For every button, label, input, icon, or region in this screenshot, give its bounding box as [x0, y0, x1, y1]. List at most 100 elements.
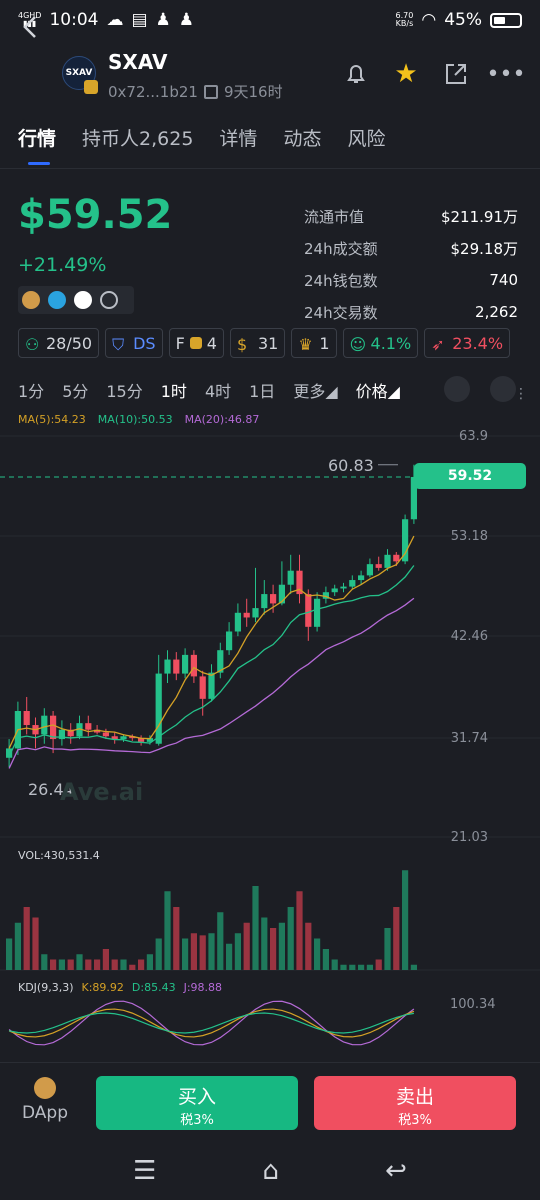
- volume-bar: [111, 959, 118, 970]
- candle-body: [41, 715, 48, 735]
- candle-body: [384, 554, 391, 568]
- volume-bar: [234, 933, 241, 970]
- kdj-d-line: [8, 1012, 415, 1034]
- volume-bar: [226, 943, 233, 970]
- axis-label: 42.46: [450, 629, 488, 644]
- axis-label: 31.74: [450, 731, 488, 746]
- volume-bar: [366, 964, 373, 970]
- volume-bar: [199, 935, 206, 970]
- candle-body: [358, 575, 365, 581]
- volume-bar: [23, 907, 30, 970]
- candle-body: [102, 732, 109, 737]
- candle-body: [243, 612, 250, 618]
- kdj-k: K:89.92: [81, 981, 124, 994]
- axis-label: 63.9: [459, 429, 488, 444]
- candle-body: [208, 672, 215, 699]
- kdj-j-line: [8, 1000, 415, 1046]
- kdj-legend: KDJ(9,3,3) K:89.92 D:85.43 J:98.88: [18, 981, 222, 994]
- volume-bar: [340, 964, 347, 970]
- volume-bar: [208, 933, 215, 970]
- candle-body: [85, 723, 92, 730]
- volume-bar: [146, 954, 153, 970]
- current-price-tag: 59.52: [414, 463, 526, 489]
- volume-bar: [67, 959, 74, 970]
- volume-label: VOL:430,531.4: [18, 849, 100, 862]
- candle-body: [393, 554, 400, 562]
- candle-body: [331, 588, 338, 593]
- volume-bar: [120, 959, 127, 970]
- volume-bar: [76, 954, 83, 970]
- volume-bar: [155, 938, 162, 970]
- volume-bar: [393, 907, 400, 970]
- volume-bar: [94, 959, 101, 970]
- home-icon[interactable]: ⌂: [263, 1156, 280, 1186]
- candle-body: [226, 631, 233, 651]
- volume-bar: [305, 922, 312, 970]
- volume-bar: [349, 964, 356, 970]
- sell-label: 卖出: [395, 1086, 434, 1108]
- axis-label: 21.03: [450, 830, 488, 845]
- candle-body: [164, 659, 171, 674]
- system-nav-bar: ☰ ⌂ ↩: [0, 1142, 540, 1200]
- volume-bar: [41, 954, 48, 970]
- candle-body: [182, 654, 189, 674]
- volume-bar: [243, 922, 250, 970]
- volume-bar: [358, 964, 365, 970]
- candle-body: [305, 594, 312, 627]
- dapp-icon: [34, 1077, 56, 1099]
- sell-tax: 税3%: [398, 1113, 432, 1128]
- volume-bar: [190, 933, 197, 970]
- candle-body: [155, 673, 162, 744]
- volume-bar: [50, 959, 57, 970]
- kdj-axis-label: 100.34: [450, 997, 496, 1012]
- buy-tax: 税3%: [180, 1113, 214, 1128]
- candle-body: [349, 580, 356, 587]
- watermark: Ave.ai: [60, 778, 144, 806]
- volume-bar: [6, 938, 13, 970]
- candle-body: [23, 711, 30, 726]
- menu-icon[interactable]: ☰: [133, 1156, 156, 1186]
- candle-body: [190, 654, 197, 677]
- volume-bar: [270, 928, 277, 970]
- volume-bar: [375, 959, 382, 970]
- volume-bar: [314, 938, 321, 970]
- volume-bar: [296, 891, 303, 970]
- volume-bar: [217, 912, 224, 970]
- kdj-j: J:98.88: [183, 981, 223, 994]
- volume-bar: [410, 964, 417, 970]
- volume-bar: [261, 917, 268, 970]
- candle-body: [199, 676, 206, 699]
- candle-body: [314, 598, 321, 627]
- candle-body: [50, 715, 57, 740]
- volume-bar: [182, 938, 189, 970]
- ma10-line: [8, 565, 415, 757]
- volume-bar: [164, 891, 171, 970]
- candle-body: [375, 564, 382, 568]
- buy-label: 买入: [177, 1086, 216, 1108]
- kdj-label: KDJ(9,3,3): [18, 981, 74, 994]
- volume-bar: [287, 907, 294, 970]
- axis-label: 53.18: [450, 529, 488, 544]
- high-label: 60.83: [328, 456, 374, 475]
- volume-bar: [402, 870, 409, 970]
- volume-bar: [322, 949, 329, 970]
- candle-body: [340, 586, 347, 589]
- candle-body: [234, 612, 241, 632]
- volume-bar: [173, 907, 180, 970]
- kdj-d: D:85.43: [131, 981, 176, 994]
- dapp-button[interactable]: DApp: [22, 1077, 68, 1123]
- candle-body: [173, 659, 180, 674]
- buy-button[interactable]: 买入 税3%: [96, 1076, 298, 1130]
- back-nav-icon[interactable]: ↩: [385, 1156, 407, 1186]
- volume-bar: [102, 949, 109, 970]
- candle-body: [252, 608, 259, 618]
- dapp-label: DApp: [22, 1103, 69, 1123]
- ma5-line: [8, 535, 415, 749]
- volume-bar: [85, 959, 92, 970]
- trade-bar: DApp 买入 税3% 卖出 税3%: [0, 1062, 540, 1142]
- volume-bar: [129, 964, 136, 970]
- volume-bar: [331, 959, 338, 970]
- volume-bar: [138, 959, 145, 970]
- volume-bar: [384, 928, 391, 970]
- sell-button[interactable]: 卖出 税3%: [314, 1076, 516, 1130]
